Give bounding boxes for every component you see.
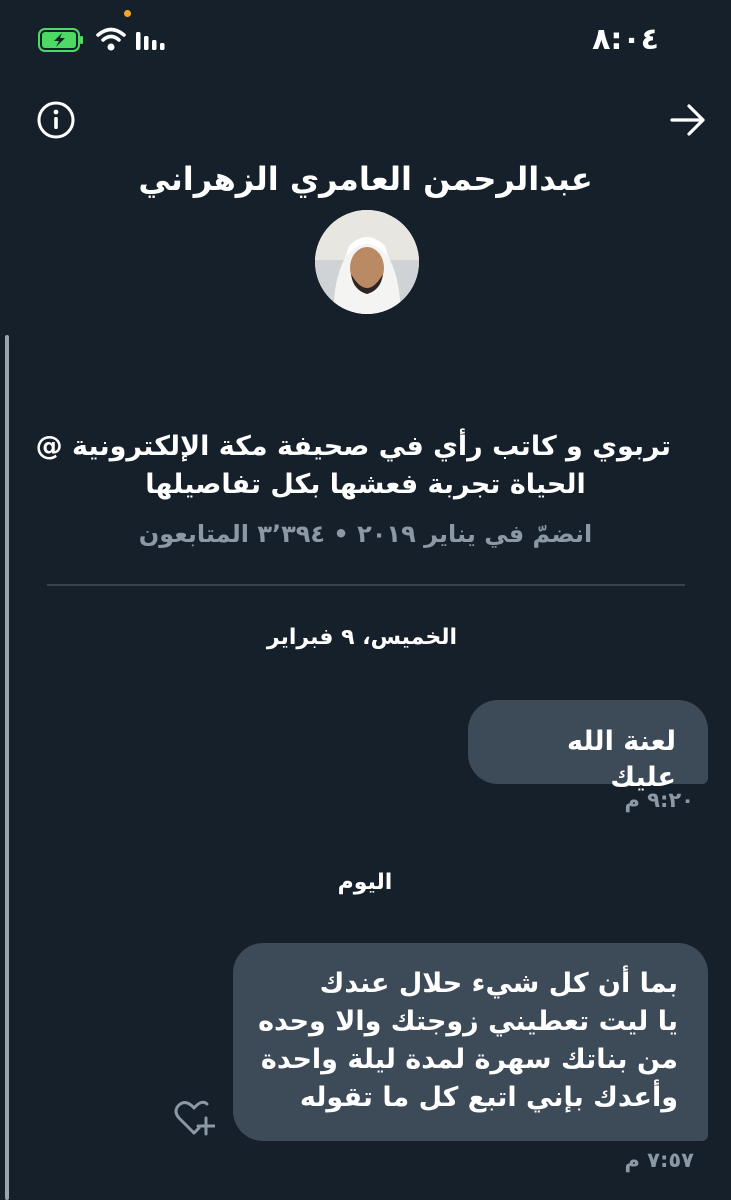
dm-conversation-screen: ٨:٠٤ عبدالرحمن العامري الزهراني تربوي و … xyxy=(0,0,731,1200)
profile-meta[interactable]: انضمّ في يناير ٢٠١٩ • ٣٬٣٩٤ المتابعون xyxy=(0,520,731,548)
profile-bio: تربوي و كاتب رأي في صحيفة مكة الإلكتروني… xyxy=(35,428,671,504)
status-time: ٨:٠٤ xyxy=(592,22,659,57)
battery-icon xyxy=(38,28,83,52)
date-separator: اليوم xyxy=(337,870,393,895)
info-icon[interactable] xyxy=(36,100,76,140)
date-separator: الخميس، ٩ فبراير xyxy=(266,625,458,650)
privacy-indicator-dot xyxy=(124,10,131,17)
bio-line: تربوي و كاتب رأي في صحيفة مكة الإلكتروني… xyxy=(35,431,671,462)
avatar[interactable] xyxy=(315,210,419,314)
message-bubble[interactable]: بما أن كل شيء حلال عندك يا ليت تعطيني زو… xyxy=(233,943,708,1141)
message-bubble[interactable]: لعنة الله عليك xyxy=(468,700,708,793)
message-timestamp: ٧:٥٧ م xyxy=(624,1148,694,1172)
message-text: لعنة الله عليك xyxy=(567,726,676,793)
arrow-right-icon[interactable] xyxy=(669,102,707,138)
scrollbar[interactable] xyxy=(5,335,9,1200)
message-text-line: يا ليت تعطيني زوجتك والا وحده xyxy=(258,1006,678,1037)
message-text-line: بما أن كل شيء حلال عندك xyxy=(319,968,678,999)
divider xyxy=(47,584,685,586)
message-text-line: وأعدك بإني اتبع كل ما تقوله xyxy=(299,1082,678,1113)
wifi-icon xyxy=(96,27,126,51)
status-bar: ٨:٠٤ xyxy=(0,0,731,80)
signal-icon xyxy=(136,32,165,50)
heart-plus-icon[interactable] xyxy=(173,1100,215,1138)
profile-name[interactable]: عبدالرحمن العامري الزهراني xyxy=(0,160,731,198)
bio-line: الحياة تجربة فعشها بكل تفاصيلها xyxy=(145,469,586,500)
avatar-image xyxy=(315,210,419,314)
message-text-line: من بناتك سهرة لمدة ليلة واحدة xyxy=(260,1044,678,1075)
message-timestamp: ٩:٢٠ م xyxy=(624,788,694,812)
